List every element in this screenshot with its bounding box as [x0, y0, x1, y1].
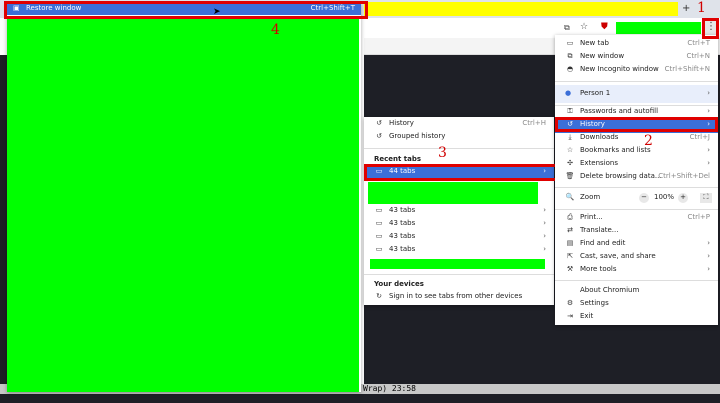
separator — [555, 187, 718, 188]
translate-item[interactable]: ⇄ Translate... — [555, 226, 718, 239]
cast-icon[interactable]: ⧉ — [564, 23, 570, 33]
trash-icon: 🗑 — [565, 172, 575, 180]
extensions-item[interactable]: ✣ Extensions › — [555, 159, 718, 172]
tab-icon: ▭ — [375, 206, 383, 214]
new-incognito-item[interactable]: ◓ New Incognito window Ctrl+Shift+N — [555, 65, 718, 78]
redacted-recent-tab — [368, 182, 538, 204]
annotation-box-4 — [4, 1, 368, 19]
new-tab-icon: ▭ — [566, 39, 574, 47]
fullscreen-icon[interactable]: ⛶ — [700, 193, 712, 203]
settings-item[interactable]: ⚙ Settings — [555, 299, 718, 312]
separator — [555, 105, 718, 106]
restore-submenu: ▣ Restore window Ctrl+Shift+T — [7, 3, 361, 392]
zoom-in-button[interactable]: + — [678, 193, 688, 203]
annotation-label-4: 4 — [271, 22, 280, 38]
key-icon: ⚿ — [567, 107, 573, 115]
translate-icon: ⇄ — [567, 226, 573, 234]
incognito-icon: ◓ — [566, 65, 574, 73]
more-tools-item[interactable]: ⚒ More tools › — [555, 265, 718, 278]
find-edit-item[interactable]: ▤ Find and edit › — [555, 239, 718, 252]
bookmark-star-icon[interactable]: ☆ — [580, 22, 588, 32]
separator — [364, 148, 554, 149]
recent-tab-group[interactable]: ▭ 43 tabs › — [364, 232, 554, 245]
tab-icon: ▭ — [375, 232, 383, 240]
separator — [364, 274, 554, 275]
annotation-label-2: 2 — [644, 133, 653, 149]
bookmarks-item[interactable]: ☆ Bookmarks and lists › — [555, 146, 718, 159]
person-row[interactable]: ● Person 1 › — [555, 85, 718, 103]
separator — [555, 209, 718, 210]
print-item[interactable]: ⎙ Print... Ctrl+P — [555, 213, 718, 226]
sign-in-devices-item[interactable]: ↻ Sign in to see tabs from other devices — [364, 292, 554, 305]
delete-browsing-data-item[interactable]: 🗑 Delete browsing data... Ctrl+Shift+Del — [555, 172, 718, 185]
zoom-out-button[interactable]: − — [639, 193, 649, 203]
share-icon: ⇱ — [567, 252, 573, 260]
address-bar-highlight — [364, 2, 678, 16]
redacted-recent-item — [370, 259, 545, 269]
recent-tabs-header: Recent tabs — [374, 155, 422, 163]
print-icon: ⎙ — [567, 213, 573, 221]
avatar-icon: ● — [565, 89, 572, 97]
new-window-item[interactable]: ⧉ New window Ctrl+N — [555, 52, 718, 65]
downloads-item[interactable]: ⤓ Downloads Ctrl+J — [555, 133, 718, 146]
annotation-box-2 — [555, 117, 718, 132]
grouped-history-item[interactable]: ↺ Grouped history — [364, 132, 554, 145]
separator — [555, 280, 718, 281]
sync-icon: ↻ — [376, 292, 382, 300]
new-tab-button[interactable]: + — [682, 3, 690, 14]
zoom-level: 100% — [654, 193, 675, 201]
history-page-item[interactable]: ↺ History Ctrl+H — [364, 119, 554, 132]
redacted-tabs-list — [7, 17, 359, 392]
separator — [555, 81, 718, 82]
download-icon: ⤓ — [568, 133, 572, 141]
cast-save-share-item[interactable]: ⇱ Cast, save, and share › — [555, 252, 718, 265]
puzzle-icon: ✣ — [567, 159, 573, 167]
find-icon: ▤ — [566, 239, 574, 247]
terminal-bottom-strip — [0, 394, 720, 403]
history-icon: ↺ — [376, 119, 382, 127]
profile-chip-redacted[interactable] — [616, 22, 701, 34]
annotation-label-3: 3 — [438, 145, 447, 161]
tab-icon: ▭ — [375, 219, 383, 227]
tools-icon: ⚒ — [566, 265, 574, 273]
tab-icon: ▭ — [375, 245, 383, 253]
new-window-icon: ⧉ — [567, 52, 573, 60]
recent-tab-group[interactable]: ▭ 43 tabs › — [364, 206, 554, 219]
exit-icon: ⇥ — [567, 312, 573, 320]
new-tab-item[interactable]: ▭ New tab Ctrl+T — [555, 39, 718, 52]
zoom-icon: 🔍 — [565, 193, 575, 201]
star-icon: ☆ — [566, 146, 574, 154]
annotation-label-1: 1 — [697, 0, 706, 16]
main-menu: ▭ New tab Ctrl+T ⧉ New window Ctrl+N ◓ N… — [555, 35, 718, 325]
your-devices-header: Your devices — [374, 280, 424, 288]
annotation-box-1 — [702, 18, 719, 39]
exit-item[interactable]: ⇥ Exit — [555, 312, 718, 325]
history-submenu: ↺ History Ctrl+H ↺ Grouped history Recen… — [364, 117, 554, 305]
terminal-status-text: Wrap) 23:58 — [363, 384, 416, 393]
recent-tab-group[interactable]: ▭ 43 tabs › — [364, 219, 554, 232]
extension-shield-icon[interactable]: ⛊ — [601, 22, 608, 32]
gear-icon: ⚙ — [566, 299, 574, 307]
zoom-row: 🔍 Zoom − 100% + ⛶ — [555, 193, 718, 206]
annotation-box-3 — [364, 164, 558, 181]
about-item[interactable]: About Chromium — [555, 286, 718, 299]
recent-tab-group[interactable]: ▭ 43 tabs › — [364, 245, 554, 258]
grouped-history-icon: ↺ — [376, 132, 382, 140]
